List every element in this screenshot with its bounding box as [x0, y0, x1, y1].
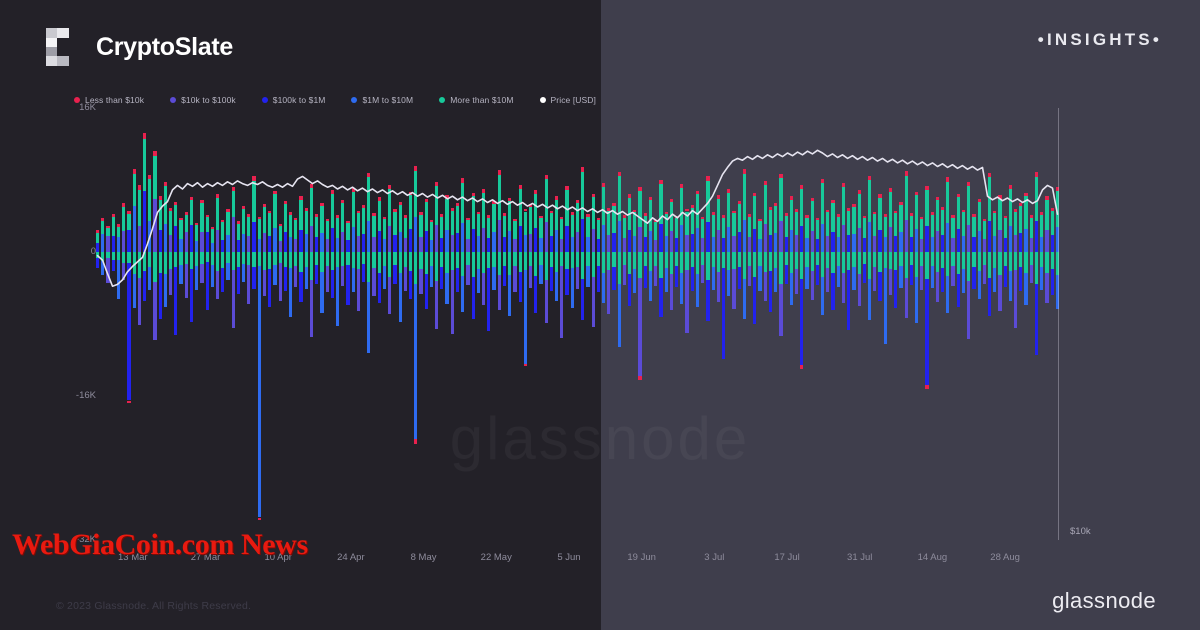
legend-color-dot-icon — [351, 97, 358, 103]
x-axis-tick-label: 22 May — [480, 552, 512, 563]
legend-item[interactable]: More than $10M — [439, 95, 513, 105]
legend-label: $10k to $100k — [181, 95, 236, 105]
legend-color-dot-icon — [261, 97, 268, 103]
page-header: CryptoSlate •INSIGHTS• — [0, 0, 1200, 92]
copyright-text: © 2023 Glassnode. All Rights Reserved. — [56, 600, 252, 612]
insights-badge: •INSIGHTS• — [1038, 30, 1162, 50]
x-axis-tick-label: 19 Jun — [627, 552, 656, 563]
legend-color-dot-icon — [74, 97, 80, 103]
x-axis-tick-label: 17 Jul — [774, 552, 800, 563]
legend-label: $100k to $1M — [272, 95, 326, 105]
x-axis-tick-label: 8 May — [410, 552, 437, 563]
legend-label: More than $10M — [450, 95, 514, 105]
x-axis-tick-label: 28 Aug — [990, 552, 1020, 563]
brand-title: CryptoSlate — [96, 32, 234, 61]
insights-bullet-left: • — [1037, 30, 1047, 49]
insights-bullet-right: • — [1152, 30, 1162, 49]
chart-legend: Less than $10k $10k to $100k $100k to $1M $… — [74, 95, 622, 105]
legend-item[interactable]: $1M to $10M — [351, 95, 413, 105]
legend-item[interactable]: $100k to $1M — [261, 95, 326, 105]
legend-item[interactable]: Price [USD] — [539, 95, 597, 105]
y-axis-tick-label: 0 — [90, 246, 96, 257]
y-axis-tick-label: -16K — [75, 390, 96, 401]
legend-label: Less than $10k — [85, 95, 145, 105]
x-axis-tick-label: 14 Aug — [917, 552, 948, 563]
x-axis-tick-label: 3 Jul — [704, 552, 725, 563]
right-axis-price-label: $10k — [1070, 526, 1091, 537]
screenshot-root: glassnode 16K0-16K-32K 13 Mar27 Mar10 Ap… — [0, 0, 1200, 630]
site-watermark: WebGiaCoin.com News — [12, 528, 308, 561]
legend-item[interactable]: $10k to $100k — [170, 95, 236, 105]
x-axis-tick-label: 5 Jun — [557, 552, 581, 563]
legend-color-dot-icon — [439, 97, 446, 103]
legend-label: Price [USD] — [550, 95, 596, 105]
legend-color-dot-icon — [170, 97, 177, 103]
legend-item[interactable]: Less than $10k — [74, 95, 144, 105]
x-axis-tick-label: 31 Jul — [847, 552, 873, 563]
legend-color-dot-icon — [539, 97, 546, 103]
brand-block: CryptoSlate — [44, 26, 233, 68]
legend-label: $1M to $10M — [362, 95, 414, 105]
glassnode-logo: glassnode — [1052, 588, 1156, 613]
chart-axes: 16K 0 -16K -32K 13 Mar 27 Mar 10 Apr 24 Apr 8 M… — [0, 86, 1200, 563]
x-axis-tick-label: 24 Apr — [337, 552, 365, 563]
cryptoslate-c-logo-icon — [44, 26, 82, 68]
insights-label: INSIGHTS — [1046, 30, 1153, 49]
